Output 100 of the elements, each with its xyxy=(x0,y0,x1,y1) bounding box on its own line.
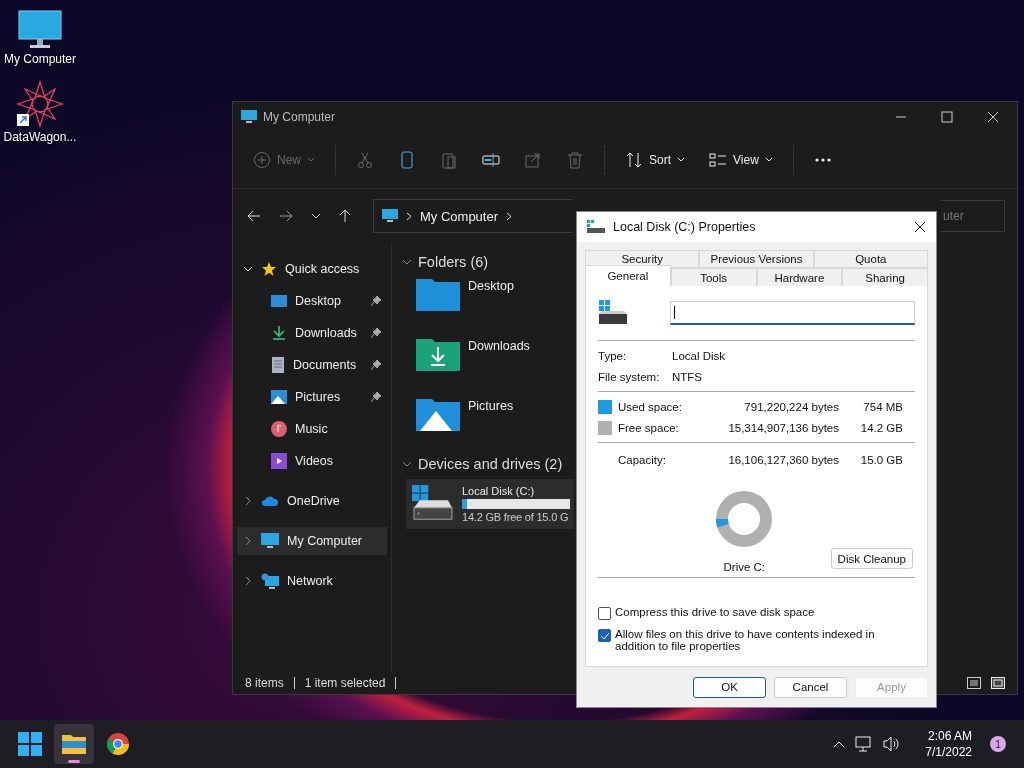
back-arrow-icon[interactable] xyxy=(247,210,261,222)
section-header[interactable]: Folders (6) xyxy=(402,251,489,273)
property-value: NTFS xyxy=(672,370,703,383)
up-arrow-icon[interactable] xyxy=(339,209,351,223)
chevron-right-icon[interactable] xyxy=(243,576,253,586)
chevron-down-icon[interactable] xyxy=(402,259,412,265)
folder-name[interactable]: Desktop xyxy=(468,277,514,293)
share-icon xyxy=(524,151,542,169)
network-icon[interactable] xyxy=(855,736,874,752)
tab[interactable]: Security xyxy=(585,250,700,268)
disk-cleanup-button[interactable]: Disk Cleanup xyxy=(830,548,913,569)
chevron-down-icon[interactable] xyxy=(402,461,412,467)
tab[interactable]: General xyxy=(585,265,671,287)
checkbox[interactable] xyxy=(598,607,611,620)
folder-name[interactable]: Pictures xyxy=(468,397,514,413)
caret-icon xyxy=(677,157,686,163)
paste-icon xyxy=(440,151,458,169)
tab[interactable]: Previous Versions xyxy=(699,250,814,268)
monitor-icon xyxy=(241,110,257,124)
checkbox[interactable] xyxy=(598,629,611,642)
property-value: Local Disk xyxy=(672,349,726,362)
notification-badge[interactable]: 1 xyxy=(990,736,1006,752)
drive-name: Local Disk (C:) xyxy=(462,485,536,497)
delete-icon xyxy=(566,151,584,169)
video-icon xyxy=(271,453,287,469)
desktop-icon-label: My Computer xyxy=(4,52,76,66)
caret-icon xyxy=(307,157,315,163)
chevron-down-icon[interactable] xyxy=(243,264,253,274)
sidebar-item[interactable]: Music xyxy=(237,415,387,443)
details-view-icon[interactable] xyxy=(967,677,981,689)
clock-date[interactable]: 7/1/2022 xyxy=(925,745,972,759)
space-size: 14.2 GB xyxy=(859,421,903,434)
monitor-icon[interactable] xyxy=(18,10,62,50)
address-path[interactable]: My Computer xyxy=(420,208,499,224)
status-text: 8 items xyxy=(245,676,284,690)
cloud-icon xyxy=(261,495,279,507)
chevron-right-icon xyxy=(506,211,513,221)
clock-time[interactable]: 2:06 AM xyxy=(927,729,972,743)
sort-button[interactable]: Sort xyxy=(615,143,696,177)
property-label: File system: xyxy=(598,370,661,383)
address-bar[interactable]: My Computer xyxy=(373,199,573,233)
folder-icon[interactable] xyxy=(416,397,460,431)
search-field[interactable]: uter xyxy=(941,200,1005,232)
sidebar-item[interactable]: Network xyxy=(237,567,387,595)
monitor-icon xyxy=(261,533,279,549)
space-size: 754 MB xyxy=(862,400,903,413)
cut-icon xyxy=(356,151,374,169)
download-icon xyxy=(271,325,287,341)
drive-icon xyxy=(410,485,454,523)
sidebar-item[interactable]: My Computer xyxy=(237,527,387,555)
taskbar-app[interactable] xyxy=(54,724,94,764)
sidebar-item[interactable]: OneDrive xyxy=(237,487,387,515)
usage-donut-drawing xyxy=(716,491,773,547)
name-input-field[interactable] xyxy=(670,301,915,325)
folder-icon[interactable] xyxy=(416,337,460,371)
close-icon[interactable] xyxy=(914,221,926,233)
chevron-up-icon[interactable] xyxy=(833,740,846,748)
maximize-icon[interactable] xyxy=(941,111,953,123)
sidebar-item[interactable]: Downloads xyxy=(237,319,387,347)
chevron-right-icon xyxy=(406,211,412,221)
chevron-right-icon[interactable] xyxy=(243,536,253,546)
dialog-button[interactable]: OK xyxy=(693,676,766,698)
section-header[interactable]: Devices and drives (2) xyxy=(402,453,563,475)
space-label: Used space: xyxy=(618,400,683,413)
dialog-title: Local Disk (C:) Properties xyxy=(613,220,757,234)
sidebar-item[interactable]: Quick access xyxy=(237,255,387,283)
monitor-icon xyxy=(382,209,398,223)
chevron-right-icon[interactable] xyxy=(243,496,253,506)
capacity-size: 15.0 GB xyxy=(859,454,903,466)
sidebar-item[interactable]: Desktop xyxy=(237,287,387,315)
drive-icon xyxy=(598,300,628,326)
sidebar-item[interactable]: Videos xyxy=(237,447,387,475)
dialog-button[interactable]: Cancel xyxy=(774,676,847,698)
windows-logo-icon xyxy=(18,732,42,756)
folder-name[interactable]: Downloads xyxy=(468,337,530,353)
star-burst-icon[interactable] xyxy=(16,80,64,128)
forward-arrow-icon[interactable] xyxy=(279,210,293,222)
sidebar-item[interactable]: Pictures xyxy=(237,383,387,411)
caret-icon xyxy=(764,157,773,163)
checkbox-label[interactable]: Compress this drive to save disk space xyxy=(615,606,815,618)
desktop-icon xyxy=(271,294,287,308)
copy-icon xyxy=(398,151,416,169)
sort-icon xyxy=(625,151,643,169)
plus-circle-icon xyxy=(253,151,271,169)
picture-icon xyxy=(271,390,287,404)
volume-icon[interactable] xyxy=(883,736,902,752)
chevron-down-icon[interactable] xyxy=(311,213,321,219)
sidebar-item[interactable]: Documents xyxy=(237,351,387,379)
space-bytes: 15,314,907,136 bytes xyxy=(728,421,839,434)
drive-tile[interactable]: Local Disk (C:) 14.2 GB free of 15.0 G xyxy=(406,479,574,529)
space-bytes: 791,220,224 bytes xyxy=(744,400,839,413)
view-button[interactable]: View xyxy=(699,143,783,177)
rename-icon xyxy=(482,151,500,169)
checkbox-label[interactable]: Allow files on this drive to have contents indexed in addition to file properties xyxy=(615,628,915,652)
tiles-view-icon[interactable] xyxy=(991,677,1005,689)
desktop-icon-label: DataWagon... xyxy=(3,130,77,144)
drive-label: Drive C: xyxy=(723,561,766,573)
tab[interactable]: Quota xyxy=(813,250,928,268)
more-icon xyxy=(813,158,832,162)
network-icon xyxy=(261,573,279,589)
